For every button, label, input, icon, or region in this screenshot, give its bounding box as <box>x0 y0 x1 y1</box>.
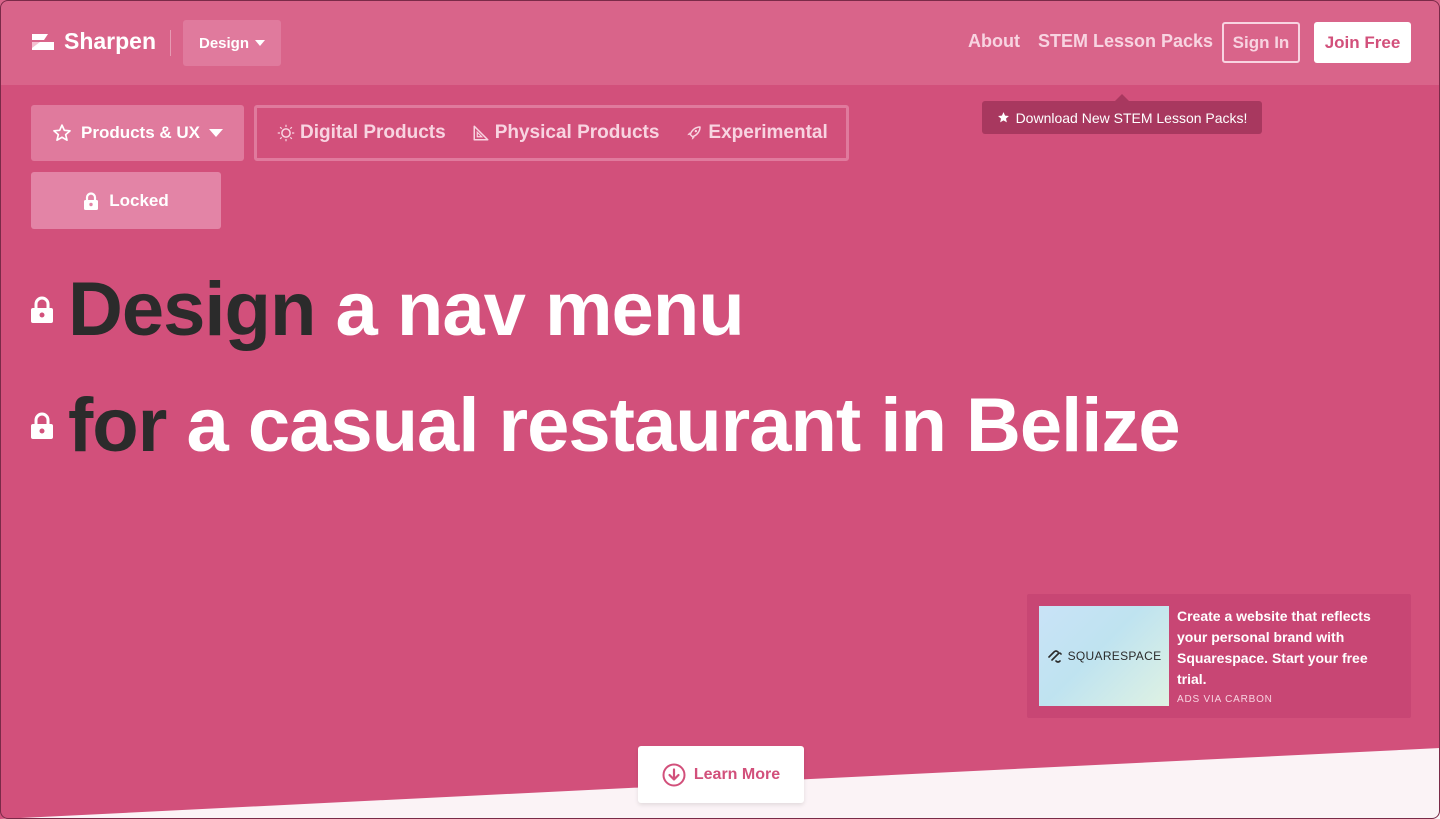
headline-line-1: Design a nav menu <box>30 266 745 353</box>
lock-icon[interactable] <box>30 296 54 324</box>
products-ux-label: Products & UX <box>80 123 201 142</box>
join-free-button[interactable]: Join Free <box>1314 22 1411 63</box>
star-outline-icon <box>53 124 71 141</box>
about-link[interactable]: About <box>968 31 1020 52</box>
headline-text-2: a casual restaurant in Belize <box>186 383 1180 468</box>
tab-digital-products-label: Digital Products <box>300 122 446 143</box>
category-dropdown-label: Design <box>198 34 249 52</box>
lock-icon[interactable] <box>30 412 54 440</box>
navbar-divider <box>170 30 171 56</box>
chevron-down-icon <box>209 129 224 137</box>
tab-experimental[interactable]: Experimental <box>685 122 828 144</box>
chevron-down-icon <box>255 40 265 46</box>
tab-physical-products-label: Physical Products <box>494 122 660 143</box>
ad-image[interactable]: SQUARESPACE <box>1039 606 1169 706</box>
lightbulb-icon <box>277 124 295 142</box>
tab-experimental-label: Experimental <box>708 122 828 143</box>
lock-icon <box>84 191 99 210</box>
locked-label: Locked <box>109 190 169 210</box>
headline-line-2: for a casual restaurant in Belize <box>30 382 1181 469</box>
products-ux-dropdown[interactable]: Products & UX <box>31 105 244 161</box>
headline-keyword-for[interactable]: for <box>68 383 167 468</box>
learn-more-label: Learn More <box>693 765 781 783</box>
tab-digital-products[interactable]: Digital Products <box>277 122 446 144</box>
set-square-icon <box>473 125 489 141</box>
tab-physical-products[interactable]: Physical Products <box>472 122 660 144</box>
ad-text[interactable]: Create a website that reflects your pers… <box>1177 606 1392 690</box>
brand-name: Sharpen <box>64 28 157 54</box>
sign-in-button[interactable]: Sign In <box>1222 22 1300 63</box>
headline-keyword-design[interactable]: Design <box>68 267 316 352</box>
locked-button[interactable]: Locked <box>31 172 221 229</box>
star-icon <box>997 112 1009 123</box>
subcategory-tabs: Digital Products Physical Products Exper… <box>254 105 849 161</box>
arrow-down-circle-icon <box>662 763 686 786</box>
tooltip-text: Download New STEM Lesson Packs! <box>1015 109 1248 126</box>
stem-lesson-packs-link[interactable]: STEM Lesson Packs <box>1038 31 1213 52</box>
ad-via-carbon[interactable]: ADS VIA CARBON <box>1177 694 1273 705</box>
category-dropdown[interactable]: Design <box>183 20 281 66</box>
squarespace-logo-icon <box>1047 650 1062 663</box>
sharpen-logo-icon <box>32 33 54 50</box>
carbon-ad[interactable]: SQUARESPACE Create a website that reflec… <box>1027 594 1411 718</box>
learn-more-button[interactable]: Learn More <box>638 746 804 803</box>
ad-brand: SQUARESPACE <box>1067 649 1162 663</box>
brand-logo[interactable]: Sharpen <box>30 28 156 55</box>
stem-tooltip[interactable]: Download New STEM Lesson Packs! <box>982 94 1262 134</box>
headline-text-1: a nav menu <box>335 267 745 352</box>
rocket-icon <box>687 126 702 140</box>
